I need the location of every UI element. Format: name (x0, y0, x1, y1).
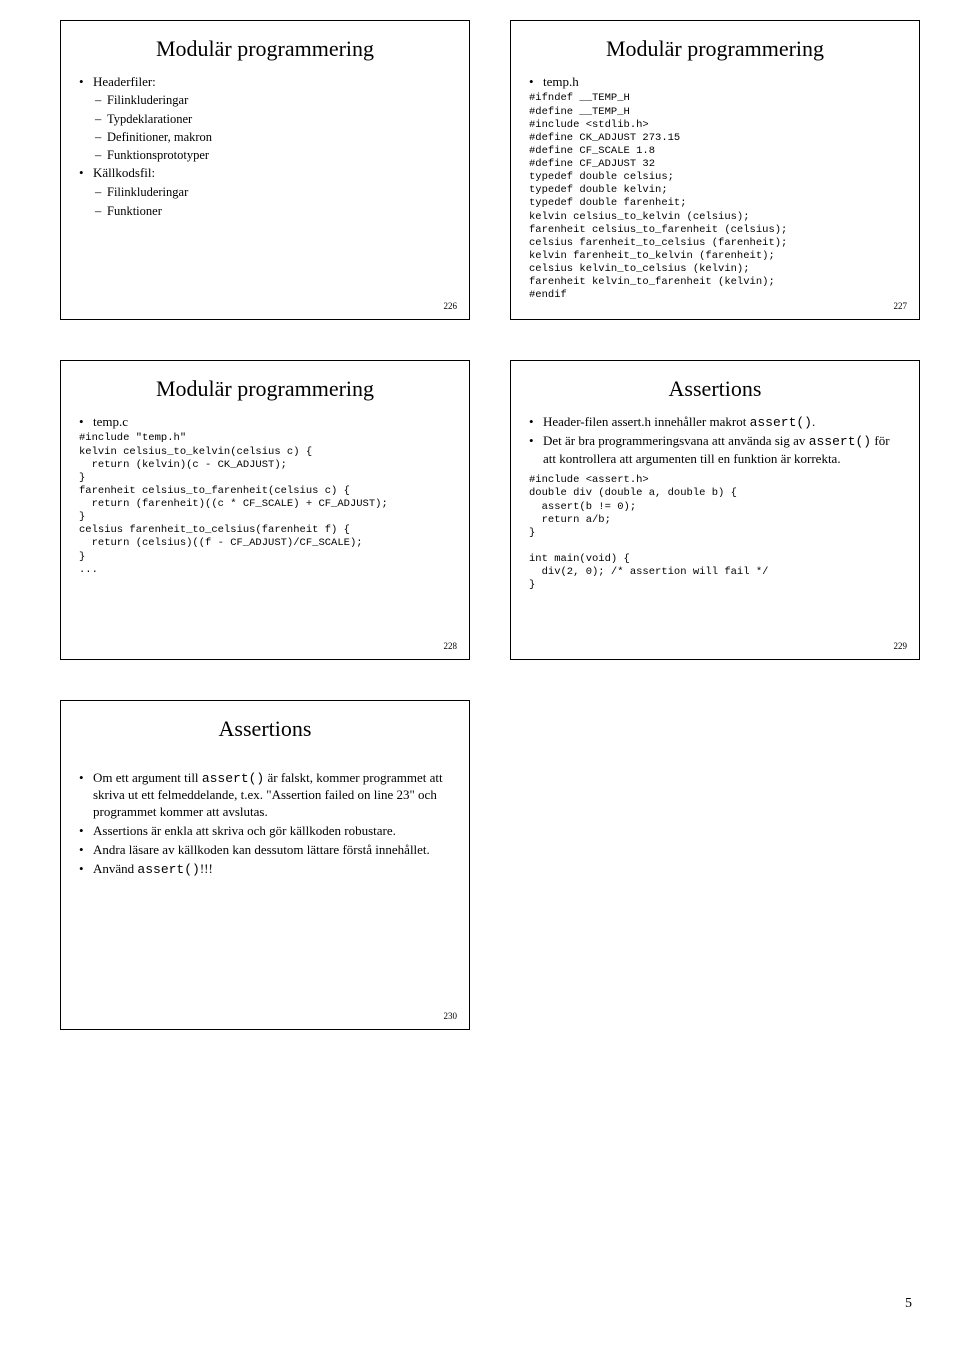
text: . (812, 414, 815, 429)
code-block: #include "temp.h" kelvin celsius_to_kelv… (79, 432, 451, 576)
dash-item: Definitioner, makron (79, 129, 451, 145)
bullet: Andra läsare av källkoden kan dessutom l… (79, 842, 451, 859)
slide-title: Assertions (79, 715, 451, 744)
code-block: #include <assert.h> double div (double a… (529, 474, 901, 592)
text: Om ett argument till (93, 770, 202, 785)
bullet: Header-filen assert.h innehåller makrot … (529, 414, 901, 432)
bullet: Använd assert()!!! (79, 861, 451, 879)
code-block: #ifndef __TEMP_H #define __TEMP_H #inclu… (529, 92, 901, 302)
bullet: Headerfiler: (79, 74, 451, 91)
slide-229: Assertions Header-filen assert.h innehål… (510, 360, 920, 660)
slide-number: 229 (894, 641, 908, 653)
dash-item: Funktioner (79, 203, 451, 219)
bullet: Om ett argument till assert() är falskt,… (79, 770, 451, 822)
slide-title: Modulär programmering (529, 35, 901, 64)
slide-230: Assertions Om ett argument till assert()… (60, 700, 470, 1030)
slide-227: Modulär programmering temp.h #ifndef __T… (510, 20, 920, 320)
slide-number: 230 (444, 1011, 458, 1023)
dash-item: Filinkluderingar (79, 184, 451, 200)
slide-number: 227 (894, 301, 908, 313)
text: Header-filen assert.h innehåller makrot (543, 414, 750, 429)
dash-item: Funktionsprototyper (79, 147, 451, 163)
slide-grid: Modulär programmering Headerfiler: Filin… (60, 20, 920, 1030)
page: Modulär programmering Headerfiler: Filin… (0, 0, 960, 1352)
bullet: Källkodsfil: (79, 165, 451, 182)
code-inline: assert() (202, 771, 264, 786)
text: Det är bra programmeringsvana att använd… (543, 433, 809, 448)
text: Använd (93, 861, 137, 876)
slide-number: 226 (444, 301, 458, 313)
dash-item: Typdeklarationer (79, 111, 451, 127)
bullet: Det är bra programmeringsvana att använd… (529, 433, 901, 468)
slide-228: Modulär programmering temp.c #include "t… (60, 360, 470, 660)
spacer (79, 754, 451, 770)
code-inline: assert() (137, 862, 199, 877)
page-number: 5 (905, 1296, 912, 1312)
slide-title: Assertions (529, 375, 901, 404)
slide-title: Modulär programmering (79, 35, 451, 64)
bullet: temp.c (79, 414, 451, 431)
slide-226: Modulär programmering Headerfiler: Filin… (60, 20, 470, 320)
dash-item: Filinkluderingar (79, 92, 451, 108)
text: !!! (200, 861, 213, 876)
slide-title: Modulär programmering (79, 375, 451, 404)
code-inline: assert() (809, 434, 871, 449)
code-inline: assert() (750, 415, 812, 430)
bullet: temp.h (529, 74, 901, 91)
slide-number: 228 (444, 641, 458, 653)
bullet: Assertions är enkla att skriva och gör k… (79, 823, 451, 840)
